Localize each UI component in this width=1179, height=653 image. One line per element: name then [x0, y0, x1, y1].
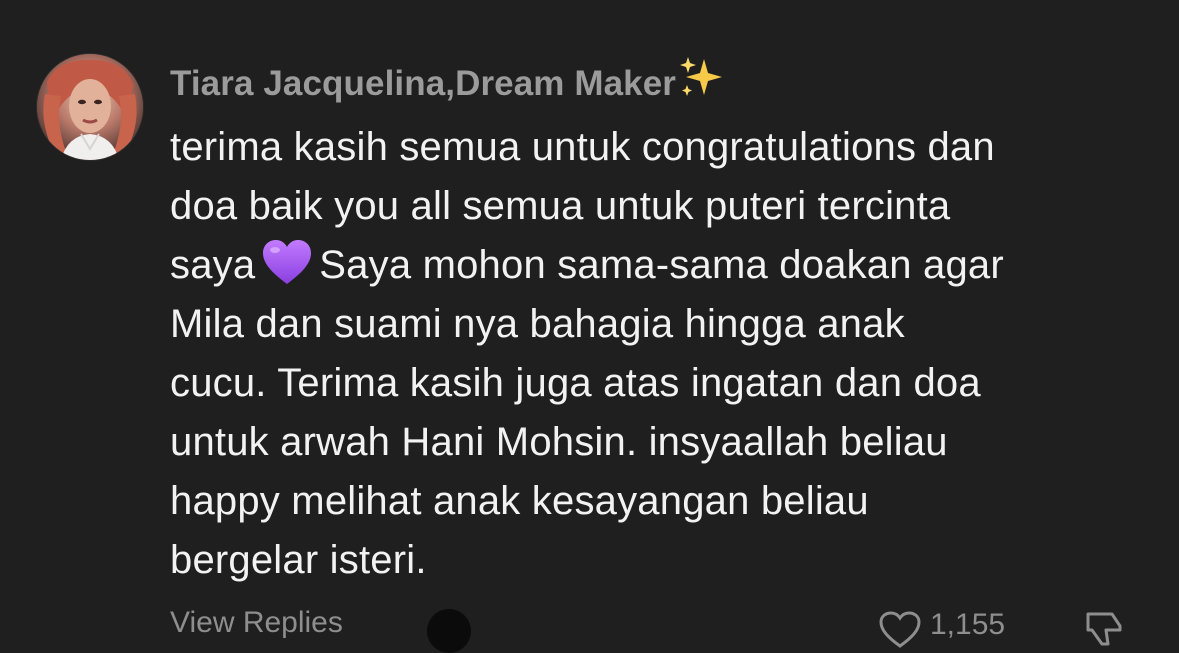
comment-line: terima kasih semua untuk congratulations…: [170, 125, 995, 169]
like-count: 1,155: [930, 608, 1006, 641]
comment-line: cucu. Terima kasih juga atas ingatan dan…: [170, 361, 981, 405]
avatar-photo-icon: [37, 54, 143, 160]
comment-body: terima kasih semua untuk congratulations…: [170, 118, 1160, 590]
comment-line-part: Saya mohon sama-sama doakan agar: [319, 243, 1004, 287]
comment-line: untuk arwah Hani Mohsin. insyaallah beli…: [170, 420, 948, 464]
purple-heart-icon: [263, 240, 312, 284]
comment-footer: View Replies 1,155: [170, 604, 1179, 653]
comment: Tiara Jacquelina,Dream Maker terima kasi…: [0, 0, 1179, 653]
comment-line: saya Saya mohon sama-sama doakan agar: [170, 236, 1160, 295]
view-replies-link[interactable]: View Replies: [170, 606, 343, 640]
sparkles-icon: [680, 57, 723, 96]
comment-line: Mila dan suami nya bahagia hingga anak: [170, 302, 905, 346]
comment-line: doa baik you all semua untuk puteri terc…: [170, 184, 951, 228]
reply-avatar[interactable]: [427, 609, 471, 653]
username-text: Tiara Jacquelina,Dream Maker: [170, 64, 677, 103]
dislike-icon[interactable]: [1082, 610, 1126, 650]
username[interactable]: Tiara Jacquelina,Dream Maker: [170, 55, 724, 108]
heart-outline-icon[interactable]: [878, 610, 922, 650]
avatar[interactable]: [37, 54, 143, 160]
comment-line-part: saya: [170, 243, 256, 287]
comment-line: happy melihat anak kesayangan beliau: [170, 479, 869, 523]
comment-line: bergelar isteri.: [170, 538, 427, 582]
